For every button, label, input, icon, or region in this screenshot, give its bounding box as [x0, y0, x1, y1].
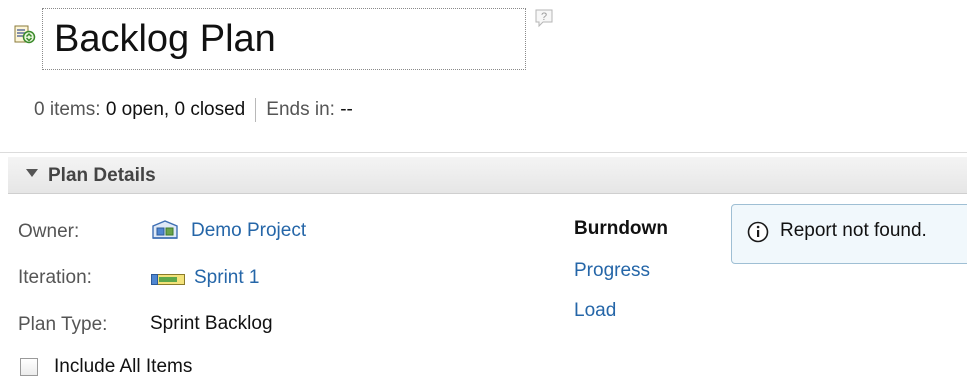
- ends-in-label: Ends in:: [266, 99, 335, 120]
- iteration-label: Iteration:: [18, 267, 92, 288]
- plan-type-value[interactable]: Sprint Backlog: [150, 311, 273, 337]
- iteration-link[interactable]: Sprint 1: [194, 265, 259, 291]
- items-count: 0 items:: [34, 99, 101, 120]
- project-area-icon: [151, 220, 179, 240]
- section-divider: [0, 152, 967, 153]
- load-link[interactable]: Load: [574, 298, 616, 324]
- page-title[interactable]: Backlog Plan: [54, 14, 276, 64]
- plan-summary: 0 items: 0 open, 0 closed Ends in: --: [34, 96, 353, 124]
- plan-refresh-icon: [14, 24, 36, 46]
- svg-text:?: ?: [541, 11, 547, 23]
- ends-in-value: --: [340, 99, 353, 120]
- burndown-tab[interactable]: Burndown: [574, 216, 668, 242]
- report-message: Report not found.: [780, 220, 927, 241]
- progress-link[interactable]: Progress: [574, 258, 650, 284]
- iteration-icon: [151, 272, 185, 285]
- include-all-label[interactable]: Include All Items: [54, 354, 192, 380]
- expanded-triangle-icon[interactable]: [26, 169, 38, 177]
- plan-type-label: Plan Type:: [18, 314, 108, 335]
- summary-divider: [255, 97, 257, 122]
- open-closed-count: 0 open, 0 closed: [105, 99, 246, 120]
- include-all-checkbox[interactable]: [20, 358, 38, 376]
- owner-link[interactable]: Demo Project: [191, 218, 306, 244]
- plan-details-title[interactable]: Plan Details: [48, 163, 156, 189]
- owner-label: Owner:: [18, 221, 80, 242]
- help-icon[interactable]: ?: [534, 8, 554, 28]
- info-icon: [747, 221, 769, 243]
